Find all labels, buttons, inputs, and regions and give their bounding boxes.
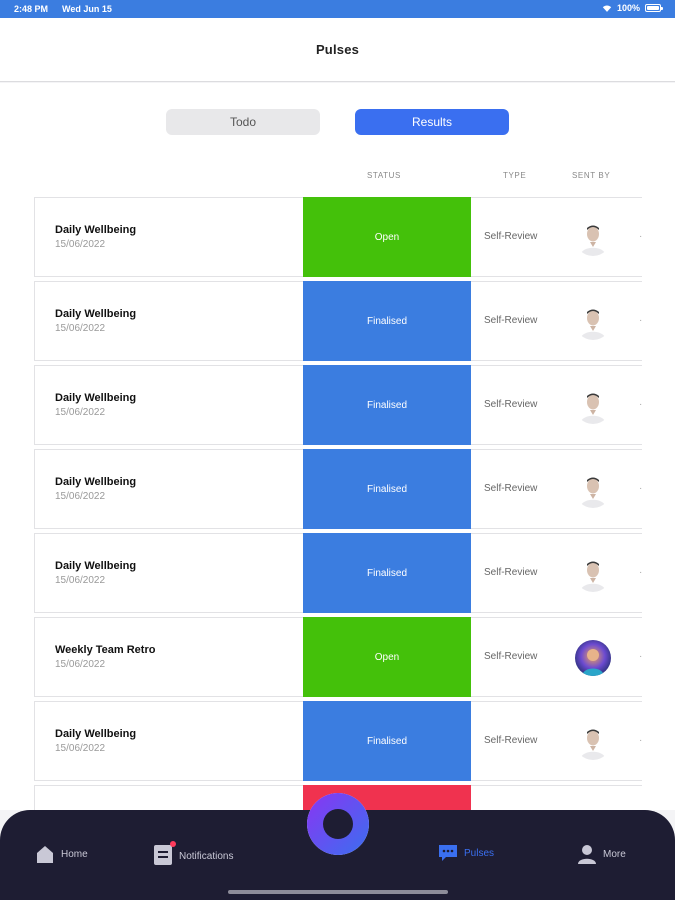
pulse-date: 15/06/2022	[55, 323, 106, 334]
tab-home-label: Home	[61, 848, 88, 860]
tab-notifications-label: Notifications	[179, 851, 234, 862]
pulse-date: 15/06/2022	[55, 743, 106, 754]
pulse-row[interactable]: Daily Wellbeing 15/06/2022 Finalised Self-R…	[34, 449, 642, 529]
sender-avatar	[575, 724, 611, 760]
pulse-name: Daily Wellbeing	[55, 560, 137, 572]
pulse-row[interactable]: Weekly Team Retro 15/06/2022 Open Self-Revi…	[34, 617, 642, 697]
battery-icon	[645, 4, 663, 12]
more-indicator: ·	[639, 483, 642, 494]
status-label: Finalised	[366, 315, 408, 327]
more-indicator: ·	[639, 567, 642, 578]
status-cell: Finalised	[303, 365, 471, 445]
header: Pulses	[0, 18, 675, 82]
pulse-name: Daily Wellbeing	[55, 476, 137, 488]
status-label: Finalised	[366, 483, 408, 495]
pulse-type: Self-Review	[484, 651, 538, 662]
status-cell: Finalised	[303, 533, 471, 613]
pulse-name: Daily Wellbeing	[55, 392, 137, 404]
sender-avatar	[575, 640, 611, 676]
tab-pulses-label: Pulses	[464, 847, 495, 859]
status-cell: Finalised	[303, 281, 471, 361]
pulse-row[interactable]: Daily Wellbeing 15/06/2022 Open Self-Review…	[34, 197, 642, 277]
more-indicator: ·	[639, 231, 642, 242]
notifications-icon	[153, 841, 176, 869]
pulse-date: 15/06/2022	[55, 407, 106, 418]
pulse-type: Self-Review	[484, 231, 538, 242]
bottom-tab-bar: Home Notifications Pulses More	[0, 793, 675, 900]
column-header-status: STATUS	[367, 171, 401, 180]
pulse-row[interactable]: Daily Wellbeing 15/06/2022 Finalised Self-R…	[34, 701, 642, 781]
pulse-row[interactable]: Daily Wellbeing 15/06/2022 Finalised Self-R…	[34, 365, 642, 445]
status-bar: 2:48 PM Wed Jun 15 100%	[0, 0, 675, 18]
tab-todo[interactable]: Todo	[166, 109, 320, 135]
tab-results[interactable]: Results	[355, 109, 509, 135]
tab-more[interactable]: More	[577, 844, 626, 864]
center-action-button[interactable]	[307, 793, 369, 855]
wifi-icon	[602, 4, 612, 12]
pulse-row[interactable]: Daily Wellbeing 15/06/2022 Finalised Self-R…	[34, 281, 642, 361]
sender-avatar	[575, 220, 611, 256]
chat-icon	[439, 845, 457, 861]
status-cell: Open	[303, 197, 471, 277]
tab-home[interactable]: Home	[35, 844, 88, 864]
more-indicator: ·	[639, 651, 642, 662]
person-icon	[578, 845, 596, 864]
page-title: Pulses	[315, 42, 360, 57]
pulse-type: Self-Review	[484, 735, 538, 746]
tab-more-label: More	[603, 848, 626, 860]
status-label: Finalised	[366, 567, 408, 579]
status-label: Open	[374, 231, 400, 243]
pulse-name: Daily Wellbeing	[55, 224, 137, 236]
status-label: Open	[374, 651, 400, 663]
tab-pulses[interactable]: Pulses	[438, 844, 494, 862]
battery-percent: 100%	[616, 3, 640, 13]
sender-avatar	[575, 388, 611, 424]
status-time: 2:48 PM	[14, 4, 49, 14]
status-right: 100%	[602, 3, 663, 13]
home-indicator	[228, 890, 448, 894]
status-cell: Open	[303, 617, 471, 697]
pulse-list: Daily Wellbeing 15/06/2022 Open Self-Review…	[34, 197, 642, 810]
sender-avatar	[575, 472, 611, 508]
sender-avatar	[575, 556, 611, 592]
column-header-sent-by: SENT BY	[572, 171, 611, 180]
status-label: Finalised	[366, 399, 408, 411]
pulse-date: 15/06/2022	[55, 575, 106, 586]
pulse-type: Self-Review	[484, 483, 538, 494]
status-cell: Finalised	[303, 449, 471, 529]
more-indicator: ·	[639, 399, 642, 410]
more-indicator: ·	[639, 315, 642, 326]
home-icon	[37, 846, 53, 863]
status-date: Wed Jun 15	[62, 4, 112, 14]
notification-badge	[170, 841, 176, 847]
main-content: Todo Results STATUS TYPE SENT BY Daily W…	[0, 83, 675, 810]
status-cell: Finalised	[303, 701, 471, 781]
pulse-name: Daily Wellbeing	[55, 728, 137, 740]
pulse-name: Weekly Team Retro	[55, 644, 156, 656]
status-label: Finalised	[366, 735, 408, 747]
pulse-date: 15/06/2022	[55, 491, 106, 502]
pulse-type: Self-Review	[484, 399, 538, 410]
pulse-type: Self-Review	[484, 315, 538, 326]
tab-notifications[interactable]: Notifications	[153, 841, 234, 869]
pulse-date: 15/06/2022	[55, 659, 106, 670]
pulse-type: Self-Review	[484, 567, 538, 578]
pulse-row[interactable]: Daily Wellbeing 15/06/2022 Finalised Self-R…	[34, 533, 642, 613]
pulse-date: 15/06/2022	[55, 239, 106, 250]
more-indicator: ·	[639, 735, 642, 746]
pulse-name: Daily Wellbeing	[55, 308, 137, 320]
sender-avatar	[575, 304, 611, 340]
column-header-type: TYPE	[503, 171, 527, 180]
logo-ring-icon	[307, 793, 369, 855]
